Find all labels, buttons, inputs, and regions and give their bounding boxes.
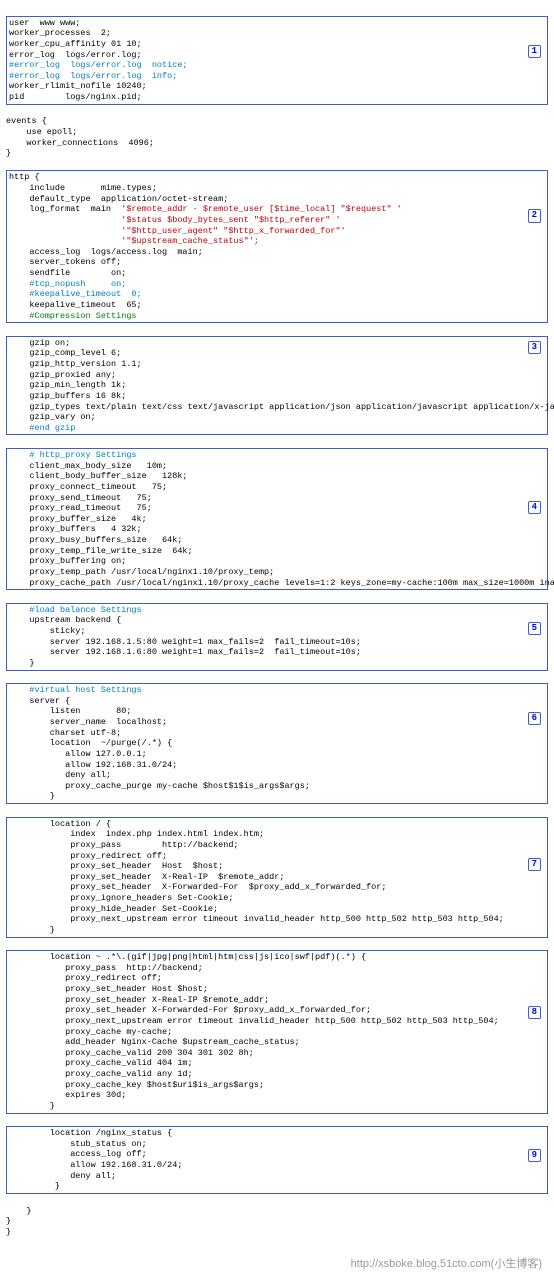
footer-attribution: http://xsboke.blog.51cto.com(小生博客) xyxy=(0,1252,554,1278)
section-1: 1user www www; worker_processes 2; worke… xyxy=(6,16,548,105)
badge-2: 2 xyxy=(528,209,541,222)
badge-9: 9 xyxy=(528,1149,541,1162)
badge-7: 7 xyxy=(528,858,541,871)
section-8: 8 location ~ .*\.(gif|jpg|png|html|htm|c… xyxy=(6,950,548,1113)
events-block: events { use epoll; worker_connections 4… xyxy=(6,116,548,159)
badge-8: 8 xyxy=(528,1006,541,1019)
code-block-2: http { include mime.types; default_type … xyxy=(9,172,545,321)
code-block-5: #load balance Settings upstream backend … xyxy=(9,605,545,669)
code-block-6: #virtual host Settings server { listen 8… xyxy=(9,685,545,802)
closing-braces: } } } xyxy=(6,1206,548,1238)
code-block-3: gzip on; gzip_comp_level 6; gzip_http_ve… xyxy=(9,338,545,434)
badge-1: 1 xyxy=(528,45,541,58)
code-block-1: user www www; worker_processes 2; worker… xyxy=(9,18,545,103)
section-9: 9 location /nginx_status { stub_status o… xyxy=(6,1126,548,1194)
nginx-config: 1user www www; worker_processes 2; worke… xyxy=(0,0,554,1252)
section-4: 4 # http_proxy Settings client_max_body_… xyxy=(6,448,548,590)
badge-6: 6 xyxy=(528,712,541,725)
code-block-7: location / { index index.php index.html … xyxy=(9,819,545,936)
badge-4: 4 xyxy=(528,501,541,514)
code-block-8: location ~ .*\.(gif|jpg|png|html|htm|css… xyxy=(9,952,545,1111)
section-5: 5 #load balance Settings upstream backen… xyxy=(6,603,548,671)
section-7: 7 location / { index index.php index.htm… xyxy=(6,817,548,938)
code-block-4: # http_proxy Settings client_max_body_si… xyxy=(9,450,545,588)
badge-3: 3 xyxy=(528,341,541,354)
section-6: 6 #virtual host Settings server { listen… xyxy=(6,683,548,804)
badge-5: 5 xyxy=(528,622,541,635)
code-block-9: location /nginx_status { stub_status on;… xyxy=(9,1128,545,1192)
section-2: 2http { include mime.types; default_type… xyxy=(6,170,548,323)
section-3: 3 gzip on; gzip_comp_level 6; gzip_http_… xyxy=(6,336,548,436)
